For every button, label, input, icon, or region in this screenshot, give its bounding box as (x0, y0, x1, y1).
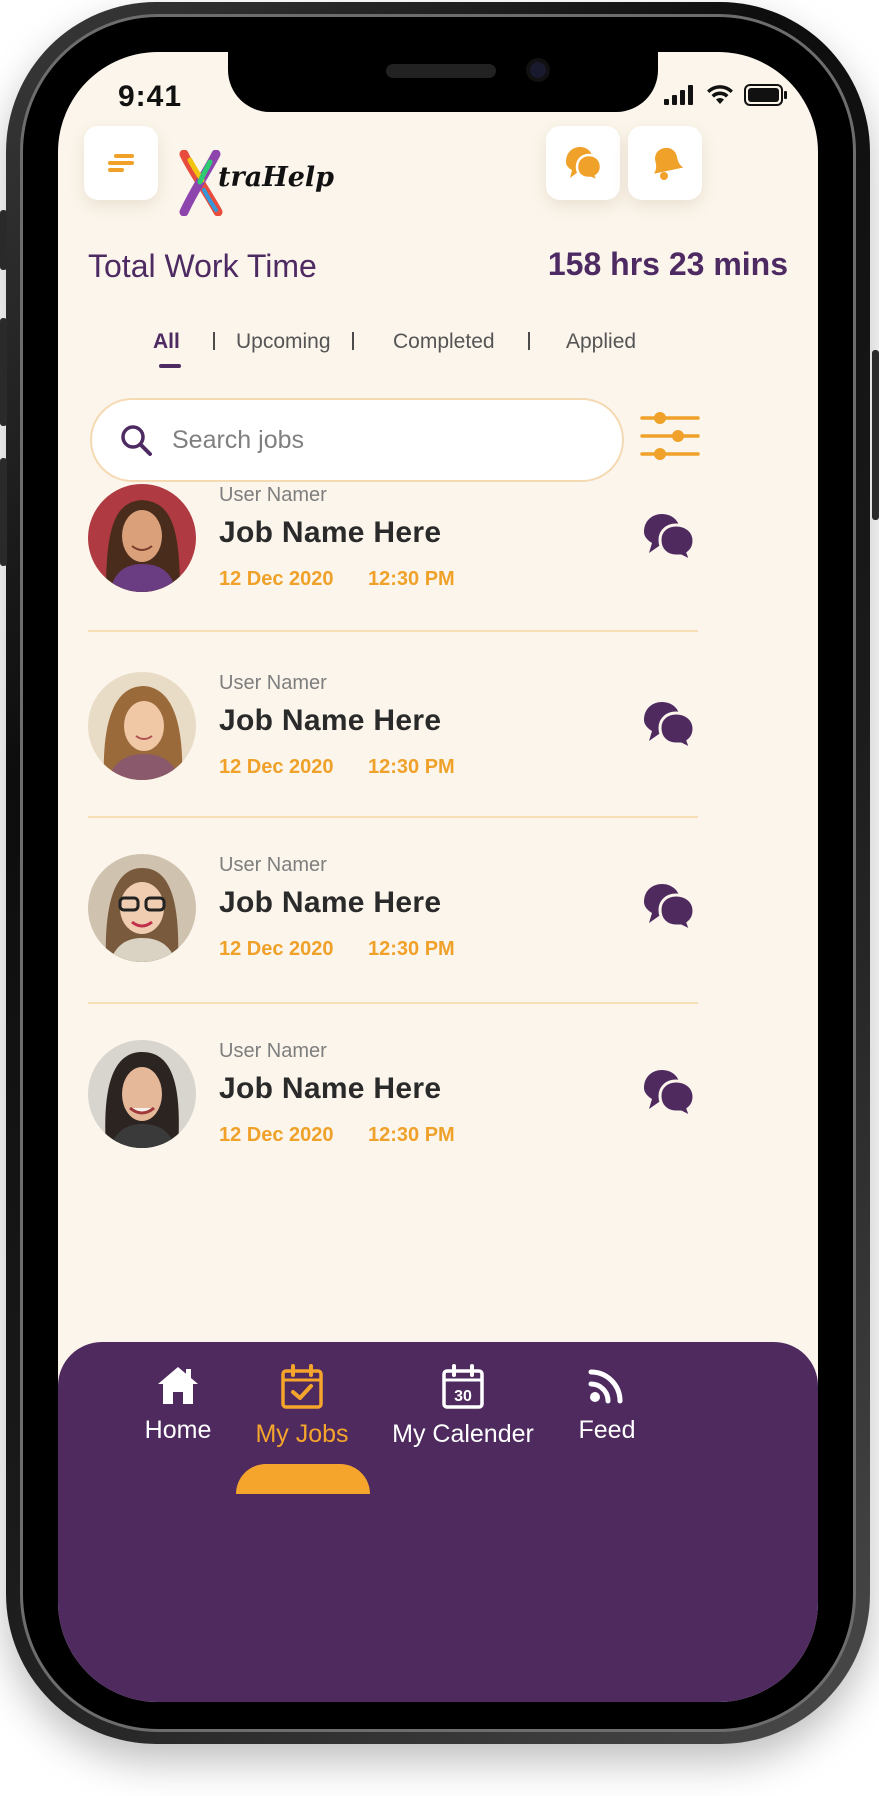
job-time: 12:30 PM (368, 1124, 455, 1146)
tab-separator (528, 332, 530, 350)
chat-icon[interactable] (640, 508, 700, 568)
job-date: 12 Dec 2020 (219, 756, 334, 778)
job-title: Job Name Here (219, 886, 442, 919)
user-avatar-image (88, 672, 196, 780)
job-list-item[interactable]: User Namer Job Name Here 12 Dec 2020 12:… (88, 1040, 698, 1150)
wifi-icon (707, 85, 733, 104)
job-time: 12:30 PM (368, 568, 455, 590)
app-screen: 9:41 traHelp Total Work Time 158 hrs 23 … (58, 52, 818, 1702)
avatar (88, 672, 196, 780)
tab-separator (213, 332, 215, 350)
job-time: 12:30 PM (368, 938, 455, 960)
filter-sliders-icon[interactable] (640, 408, 700, 464)
avatar (88, 484, 196, 592)
avatar (88, 854, 196, 962)
calendar-check-icon (281, 1364, 323, 1409)
job-date: 12 Dec 2020 (219, 568, 334, 590)
nav-home[interactable]: Home (130, 1364, 226, 1445)
job-user-name: User Namer (219, 1040, 327, 1062)
rss-feed-icon (588, 1369, 623, 1404)
total-work-time-value: 158 hrs 23 mins (547, 246, 788, 282)
home-icon (158, 1367, 198, 1404)
job-list-item[interactable]: User Namer Job Name Here 12 Dec 2020 12:… (88, 672, 698, 782)
list-divider (88, 1002, 698, 1004)
job-title: Job Name Here (219, 704, 442, 737)
signal-icon (664, 85, 693, 105)
nav-my-calender[interactable]: 30 My Calender (378, 1364, 548, 1449)
phone-volume-down (0, 458, 7, 566)
nav-my-calender-label: My Calender (392, 1420, 534, 1448)
tab-completed[interactable]: Completed (393, 330, 495, 354)
job-time: 12:30 PM (368, 756, 455, 778)
user-avatar-image (88, 854, 196, 962)
nav-home-label: Home (144, 1416, 212, 1444)
job-date: 12 Dec 2020 (219, 938, 334, 960)
job-user-name: User Namer (219, 854, 327, 876)
tab-all[interactable]: All (153, 330, 180, 354)
calendar-30-icon: 30 (442, 1364, 484, 1409)
nav-my-jobs[interactable]: My Jobs (238, 1364, 366, 1449)
avatar (88, 1040, 196, 1148)
calendar-day-number: 30 (454, 1388, 472, 1405)
phone-volume-up (0, 318, 7, 426)
logo-text: traHelp (218, 162, 335, 193)
chat-icon[interactable] (640, 696, 700, 756)
job-list-item[interactable]: User Namer Job Name Here 12 Dec 2020 12:… (88, 854, 698, 964)
speaker (386, 64, 496, 78)
tab-applied[interactable]: Applied (566, 330, 636, 354)
menu-icon (108, 154, 134, 172)
job-list-item[interactable]: User Namer Job Name Here 12 Dec 2020 12:… (88, 484, 698, 594)
user-avatar-image (88, 1040, 196, 1148)
job-user-name: User Namer (219, 672, 327, 694)
active-nav-indicator (236, 1464, 370, 1494)
search-icon (121, 425, 152, 456)
active-tab-indicator (159, 364, 181, 368)
nav-feed-label: Feed (578, 1416, 636, 1444)
phone-side-button (0, 210, 7, 270)
notifications-button[interactable] (628, 126, 702, 200)
nav-feed[interactable]: Feed (562, 1364, 652, 1445)
job-title: Job Name Here (219, 516, 442, 549)
nav-my-jobs-label: My Jobs (255, 1420, 349, 1448)
notch (228, 52, 658, 112)
user-avatar-image (88, 484, 196, 592)
job-title: Job Name Here (219, 1072, 442, 1105)
status-icons (664, 84, 788, 106)
front-camera (526, 58, 550, 82)
job-user-name: User Namer (219, 484, 327, 506)
job-date: 12 Dec 2020 (219, 1124, 334, 1146)
list-divider (88, 630, 698, 632)
list-divider (88, 816, 698, 818)
chat-icon[interactable] (640, 1064, 700, 1124)
search-input[interactable] (172, 420, 592, 460)
bell-icon (653, 147, 684, 180)
search-bar (90, 398, 624, 482)
battery-icon (744, 84, 787, 106)
app-logo: traHelp (176, 150, 334, 216)
menu-button[interactable] (84, 126, 158, 200)
phone-power-button (872, 350, 879, 520)
chat-bubbles-icon (566, 147, 603, 182)
tab-separator (352, 332, 354, 350)
bottom-nav: Home My Jobs 30 My Calender Feed (58, 1342, 818, 1702)
total-work-time-label: Total Work Time (88, 248, 317, 284)
chat-icon[interactable] (640, 878, 700, 938)
job-tabs: All Upcoming Completed Applied (58, 330, 818, 380)
tab-upcoming[interactable]: Upcoming (236, 330, 331, 354)
status-time: 9:41 (118, 80, 183, 113)
messages-button[interactable] (546, 126, 620, 200)
